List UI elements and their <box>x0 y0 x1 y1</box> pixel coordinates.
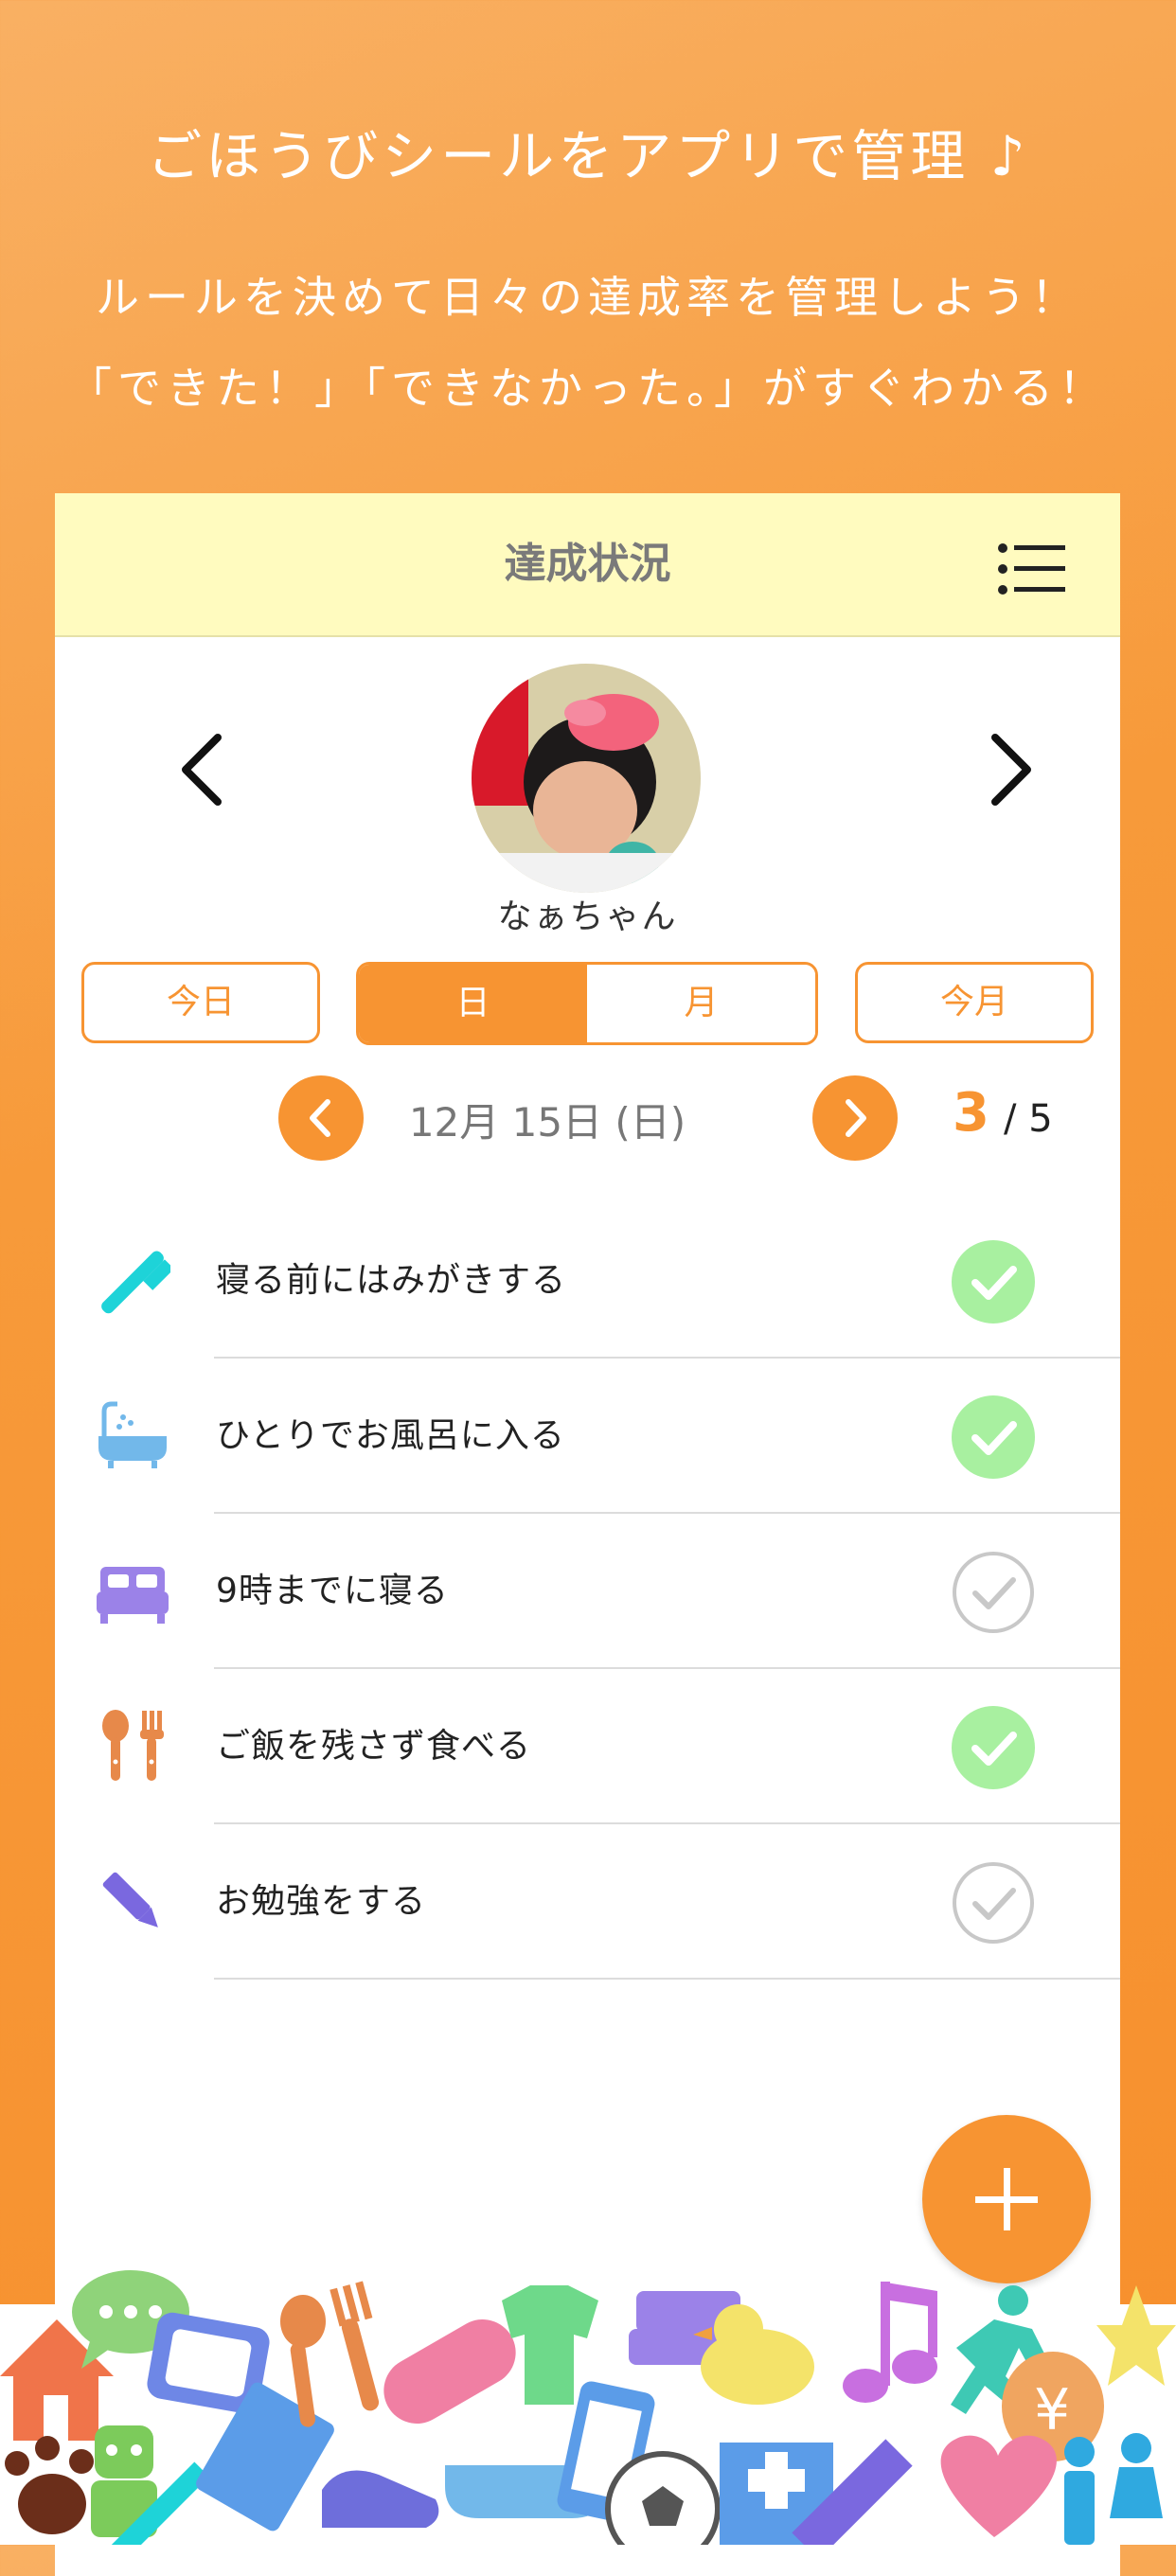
sticker-collage-decoration: ¥ <box>0 2270 1176 2545</box>
previous-child-arrow-icon[interactable] <box>169 732 244 808</box>
task-row[interactable]: ご飯を残さず食べる <box>55 1669 1120 1824</box>
check-done-icon[interactable] <box>951 1239 1036 1324</box>
check-done-icon[interactable] <box>951 1395 1036 1480</box>
task-row[interactable]: 9時までに寝る <box>55 1514 1120 1669</box>
add-task-button[interactable] <box>922 2115 1091 2283</box>
row-divider <box>214 1978 1120 1980</box>
task-row[interactable]: ひとりでお風呂に入る <box>55 1359 1120 1514</box>
task-row[interactable]: 寝る前にはみがきする <box>55 1203 1120 1359</box>
segment-month[interactable]: 月 <box>587 965 815 1042</box>
chevron-right-icon <box>846 1099 866 1137</box>
navigation-bar: 達成状況 <box>55 493 1120 637</box>
this-month-button[interactable]: 今月 <box>855 962 1094 1043</box>
task-label: ご飯を残さず食べる <box>216 1727 532 1766</box>
list-menu-icon[interactable] <box>997 542 1065 595</box>
task-label: ひとりでお風呂に入る <box>216 1416 565 1455</box>
check-done-icon[interactable] <box>951 1705 1036 1790</box>
total-count: / 5 <box>1004 1097 1053 1141</box>
svg-text:¥: ¥ <box>1034 2377 1070 2443</box>
toothbrush-icon <box>101 1251 170 1314</box>
child-avatar[interactable] <box>472 664 701 893</box>
task-label: 9時までに寝る <box>216 1572 449 1610</box>
previous-date-button[interactable] <box>278 1075 364 1161</box>
plus-icon <box>975 2168 1038 2230</box>
bathtub-icon <box>98 1401 167 1468</box>
check-undone-icon[interactable] <box>951 1860 1036 1945</box>
pencil-icon <box>102 1872 158 1928</box>
promo-line-2: 「できた！」「できなかった。」がすぐわかる！ <box>68 363 1108 414</box>
next-child-arrow-icon[interactable] <box>969 732 1044 808</box>
check-undone-icon[interactable] <box>951 1550 1036 1635</box>
spoon-fork-icon <box>102 1710 164 1781</box>
task-label: 寝る前にはみがきする <box>216 1261 567 1300</box>
promo-headline: ごほうびシールをアプリで管理 ♪ <box>147 124 1029 188</box>
chevron-left-icon <box>310 1099 330 1137</box>
today-button[interactable]: 今日 <box>81 962 320 1043</box>
segment-day[interactable]: 日 <box>359 965 587 1042</box>
bed-icon <box>97 1567 169 1624</box>
child-name: なぁちゃん <box>497 897 678 936</box>
screen-title: 達成状況 <box>504 540 671 588</box>
next-date-button[interactable] <box>812 1075 898 1161</box>
task-row[interactable]: お勉強をする <box>55 1824 1120 1980</box>
promo-line-1: ルールを決めて日々の達成率を管理しよう！ <box>96 272 1080 323</box>
achieved-count: 3 <box>953 1082 989 1144</box>
task-label: お勉強をする <box>216 1882 427 1921</box>
period-segmented-control[interactable]: 日 月 <box>356 962 818 1045</box>
current-date: 12月 15日 (日) <box>408 1099 686 1146</box>
